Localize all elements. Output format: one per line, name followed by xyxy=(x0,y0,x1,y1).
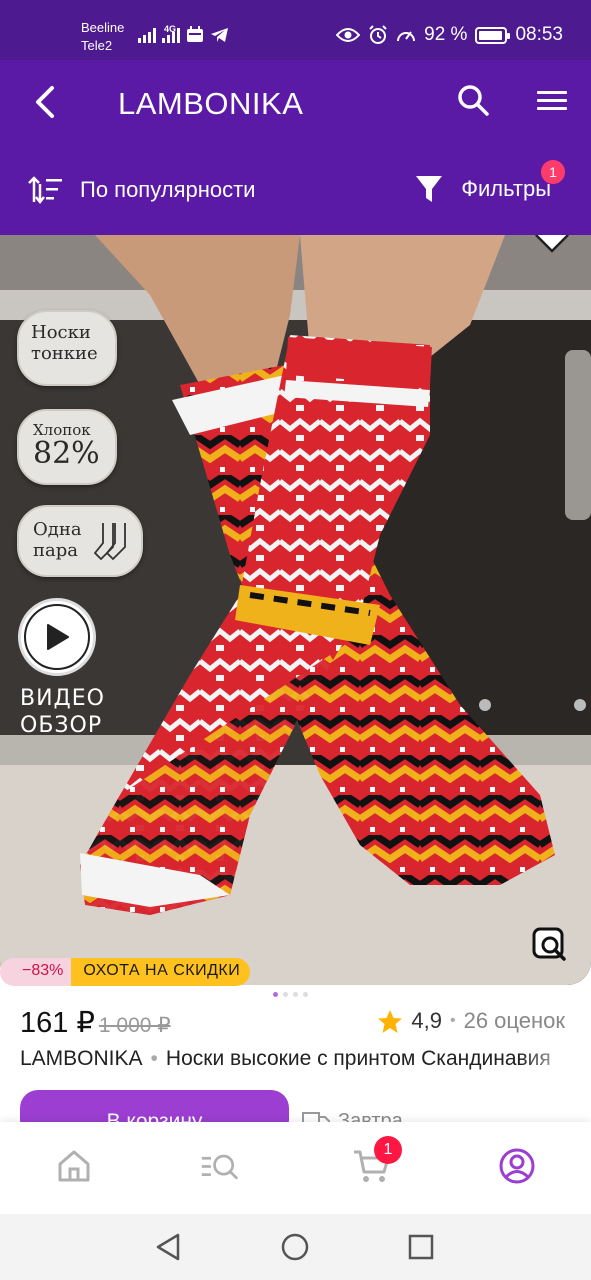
system-recents-icon[interactable] xyxy=(406,1232,436,1262)
image-pagination xyxy=(273,992,308,997)
pagination-dot xyxy=(283,992,288,997)
filter-count-badge: 1 xyxy=(541,160,565,184)
calendar-icon xyxy=(187,26,203,42)
bottom-navigation: 1 xyxy=(0,1122,591,1214)
carrier-names: Beeline Tele2 xyxy=(81,19,124,55)
carrier-1: Beeline xyxy=(81,20,125,35)
network-type: 4G xyxy=(164,24,177,34)
discount-percent: −83% xyxy=(0,958,72,986)
filter-button[interactable]: Фильтры 1 xyxy=(415,160,565,204)
speed-icon xyxy=(397,31,416,42)
separator-dot: • xyxy=(449,1012,456,1029)
video-button-ring xyxy=(24,604,90,670)
app-header: LAMBONIKA По популярности Фильтры 1 xyxy=(0,60,591,235)
discount-strip: −83% ОХОТА НА СКИДКИ xyxy=(0,958,251,986)
old-price: 1 000 ₽ xyxy=(98,1014,171,1037)
telegram-icon xyxy=(211,28,228,42)
system-home-icon[interactable] xyxy=(280,1232,310,1262)
promo-label: ОХОТА НА СКИДКИ xyxy=(71,958,251,986)
home-icon[interactable] xyxy=(54,1146,94,1186)
text-fade xyxy=(520,1047,580,1071)
product-title[interactable]: LAMBONIKA • Носки высокие с принтом Сканди… xyxy=(20,1047,580,1071)
cart-count-badge: 1 xyxy=(374,1136,402,1164)
product-image[interactable]: Носки тонкие Хлопок 82% Одна пара ВИДЕО … xyxy=(0,235,591,985)
search-icon[interactable] xyxy=(455,82,491,118)
separator-dot: • xyxy=(150,1047,158,1070)
feature-2-line-2: 82% xyxy=(33,436,100,471)
feature-badge-thin: Носки тонкие xyxy=(17,310,117,386)
sort-label: По популярности xyxy=(80,177,256,202)
filter-label: Фильтры xyxy=(461,176,551,201)
feature-badge-cotton: Хлопок 82% xyxy=(17,409,117,485)
current-price: 161 ₽ xyxy=(20,1007,95,1039)
filter-funnel-icon xyxy=(416,176,443,202)
heart-favorite-icon[interactable] xyxy=(533,235,571,253)
pagination-dot xyxy=(303,992,308,997)
carrier-2: Tele2 xyxy=(81,38,113,53)
status-right: 92 % 08:53 xyxy=(336,24,563,46)
play-icon xyxy=(47,624,69,650)
signal-4g-icon: 4G xyxy=(162,24,180,43)
cart-nav-item[interactable]: 1 xyxy=(352,1136,402,1186)
product-name: Носки высокие с принтом Скандинавия xyxy=(165,1047,551,1070)
video-label-line-1: ВИДЕО xyxy=(20,686,105,711)
sort-icon xyxy=(28,176,62,205)
signal-icon xyxy=(138,27,156,43)
system-back-icon[interactable] xyxy=(154,1232,184,1262)
hamburger-menu-icon[interactable] xyxy=(535,86,569,116)
review-count: 26 оценок xyxy=(463,1008,565,1033)
clock: 08:53 xyxy=(515,24,563,45)
profile-icon[interactable] xyxy=(497,1146,537,1186)
sort-button[interactable]: По популярности xyxy=(28,174,255,206)
status-icons: 4G xyxy=(138,24,229,43)
feature-badge-one-pair: Одна пара xyxy=(17,505,143,577)
back-arrow-icon[interactable] xyxy=(30,82,64,122)
status-bar: Beeline Tele2 4G 92 % 08:53 xyxy=(0,0,591,60)
pagination-dot-active xyxy=(273,992,278,997)
video-review-button[interactable] xyxy=(18,598,96,676)
feature-1-line-1: Носки xyxy=(31,322,91,343)
rating-value: 4,9 xyxy=(411,1008,442,1033)
image-search-icon[interactable] xyxy=(530,925,570,965)
eye-icon xyxy=(336,28,361,42)
sock-pair-icon xyxy=(93,523,126,561)
video-label-line-2: ОБЗОР xyxy=(20,713,103,738)
star-icon xyxy=(378,1009,403,1033)
page-title: LAMBONIKA xyxy=(118,86,304,121)
price-row: 161 ₽ 1 000 ₽ xyxy=(20,1005,171,1040)
pagination-dot xyxy=(293,992,298,997)
catalog-search-icon[interactable] xyxy=(200,1146,240,1186)
alarm-icon xyxy=(369,25,387,44)
battery-percent: 92 % xyxy=(424,24,468,45)
feature-1-line-2: тонкие xyxy=(31,343,98,364)
rating-row[interactable]: 4,9 • 26 оценок xyxy=(377,1008,565,1034)
brand-name: LAMBONIKA xyxy=(20,1047,143,1070)
battery-level xyxy=(479,30,502,40)
video-review-label: ВИДЕО ОБЗОР xyxy=(20,685,105,739)
system-navigation-bar xyxy=(0,1214,591,1280)
battery-icon xyxy=(475,26,511,44)
